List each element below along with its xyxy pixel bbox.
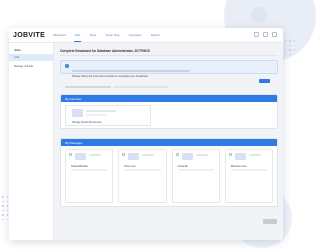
nav-reports[interactable]: Reports: [151, 28, 160, 42]
placeholder-text-line: [113, 86, 169, 88]
page-title: Complete Broadcast for Database Administ…: [60, 49, 150, 53]
packages-header: My Packages: [61, 139, 277, 146]
package-card[interactable]: Dice.com: [118, 149, 167, 203]
primary-action-button[interactable]: [259, 79, 270, 83]
user-menu-icon[interactable]: [272, 32, 277, 37]
package-card[interactable]: LinkedIn: [171, 149, 220, 203]
package-name: CareerBuilder: [71, 164, 89, 168]
placeholder-line: [248, 154, 261, 156]
placeholder-line: [177, 169, 214, 171]
package-checkbox[interactable]: [122, 153, 126, 156]
package-card[interactable]: Monster.com: [224, 149, 273, 203]
info-icon: i: [65, 64, 69, 68]
nav-talent[interactable]: Talent: [89, 28, 96, 42]
alert-placeholder-line: [72, 70, 190, 72]
favorites-header: My Favorites: [61, 95, 277, 102]
package-logo: [181, 153, 193, 160]
topbar-icons: [254, 32, 277, 37]
placeholder-line: [124, 169, 161, 171]
package-name: Monster.com: [230, 164, 247, 168]
favorite-job-board-name: Simply Hired (Premium): [72, 120, 102, 124]
notifications-icon[interactable]: [263, 32, 268, 37]
package-card[interactable]: CareerBuilder: [65, 149, 114, 203]
app-window: JOBVITE Dashboard Jobs Talent Career Sit…: [9, 28, 283, 240]
nav-campaigns[interactable]: Campaigns: [129, 28, 142, 42]
package-logo: [234, 153, 246, 160]
top-navigation-bar: JOBVITE Dashboard Jobs Talent Career Sit…: [9, 28, 283, 43]
placeholder-line: [142, 154, 155, 156]
package-name: Dice.com: [124, 164, 136, 168]
alert-message: Please follow the instructions below to …: [72, 75, 148, 78]
nav-dashboard[interactable]: Dashboard: [53, 28, 66, 42]
package-checkbox[interactable]: [228, 153, 232, 156]
placeholder-text-line: [65, 86, 111, 88]
title-divider: [60, 55, 278, 56]
package-checkbox[interactable]: [175, 153, 179, 156]
placeholder-line: [86, 114, 106, 116]
info-alert: i Please follow the instructions below t…: [60, 60, 278, 78]
job-board-logo: [72, 109, 83, 117]
sidebar-item-manage-job-ads[interactable]: Manage Job Ads: [9, 63, 53, 70]
nav-jobs[interactable]: Jobs: [73, 28, 82, 42]
placeholder-line: [89, 154, 101, 156]
package-logo: [128, 153, 140, 160]
main-nav: Dashboard Jobs Talent Career Sites Campa…: [53, 28, 169, 42]
packages-panel: My Packages CareerBuilder Dice.com Linke…: [60, 138, 278, 207]
placeholder-line: [230, 169, 267, 171]
placeholder-line: [86, 110, 116, 112]
placeholder-line: [71, 169, 108, 171]
continue-button[interactable]: [263, 219, 277, 224]
sidebar-item-jobs[interactable]: Jobs: [9, 54, 53, 61]
favorites-panel: My Favorites Simply Hired (Premium): [60, 94, 278, 129]
packages-grid: CareerBuilder Dice.com LinkedIn Monster.…: [65, 149, 273, 203]
placeholder-line: [195, 154, 208, 156]
decorative-circle-small: [251, 7, 267, 23]
sidebar-title: Jobs: [14, 48, 22, 52]
help-icon[interactable]: [254, 32, 259, 37]
nav-career-sites[interactable]: Career Sites: [105, 28, 119, 42]
package-checkbox[interactable]: [69, 153, 72, 156]
favorite-job-board-card[interactable]: Simply Hired (Premium): [65, 105, 151, 126]
package-name: LinkedIn: [177, 164, 189, 168]
sidebar: Jobs Jobs Manage Job Ads: [9, 43, 54, 240]
jobvite-logo[interactable]: JOBVITE: [13, 32, 45, 39]
package-logo: [75, 153, 86, 160]
